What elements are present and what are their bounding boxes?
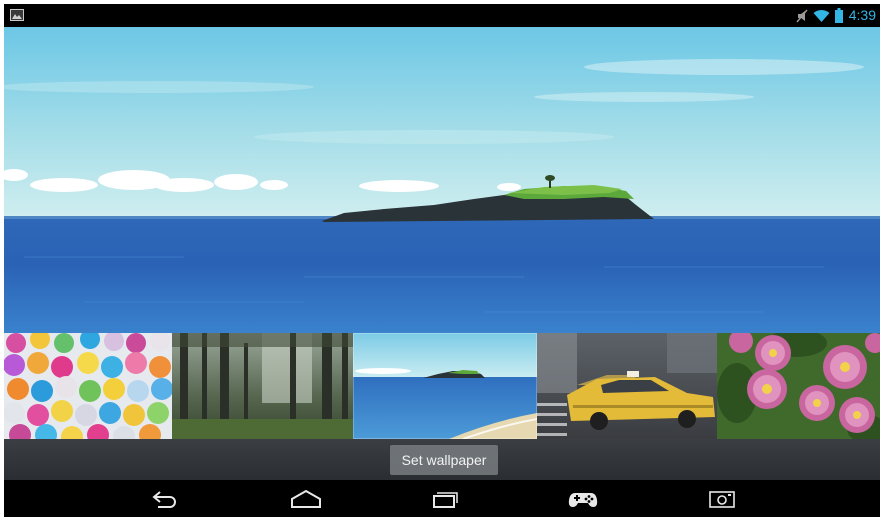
back-icon [152,491,176,508]
home-icon [291,489,321,508]
clock: 4:39 [848,7,876,23]
device-screen: 4:39 Set wallpaper [4,4,880,517]
flowers-thumbnail[interactable] [717,333,880,439]
status-bar: 4:39 [4,4,880,27]
action-area: Set wallpaper [4,439,880,480]
wallpaper-preview [4,27,880,333]
taxi-thumbnail[interactable] [537,333,717,439]
battery-icon [834,8,843,23]
game-button[interactable] [561,484,605,514]
mute-icon [796,9,808,23]
screenshot-icon [709,491,735,508]
gallery-notification-icon[interactable] [10,9,24,21]
back-button[interactable] [143,484,187,514]
set-wallpaper-button[interactable]: Set wallpaper [390,445,498,475]
island-thumbnail[interactable] [353,333,537,439]
wallpaper-thumbnail-strip [4,333,880,439]
recents-button[interactable] [423,484,467,514]
recents-icon [433,492,458,508]
screenshot-button[interactable] [700,484,744,514]
game-icon [568,493,598,507]
home-button[interactable] [284,484,328,514]
status-icons: 4:39 [796,4,876,27]
balloons-thumbnail[interactable] [4,333,172,439]
navigation-bar [4,480,880,517]
forest-thumbnail[interactable] [172,333,353,439]
island-seascape-wallpaper [4,27,880,333]
wifi-icon [813,9,830,23]
